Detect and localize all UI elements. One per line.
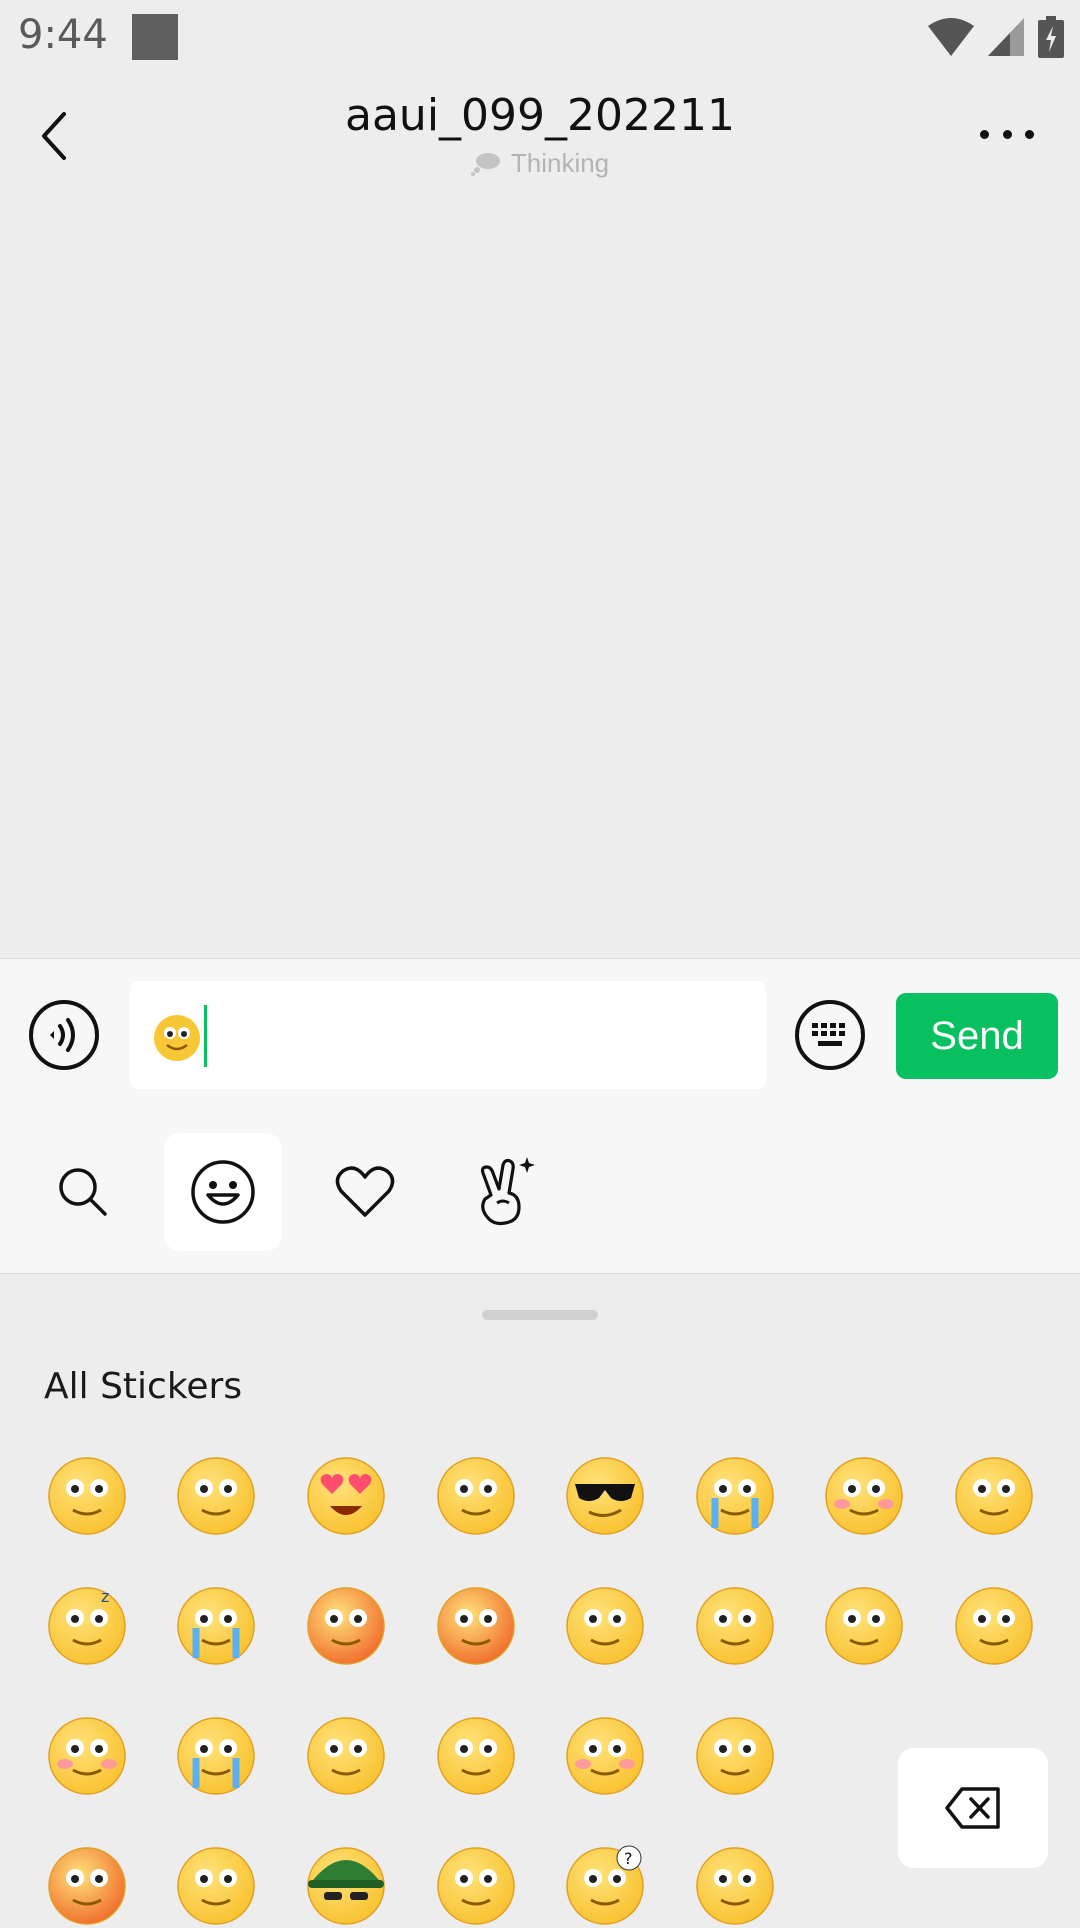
tab-gestures[interactable] [446, 1133, 564, 1251]
question-sticker-icon[interactable]: ? [563, 1844, 647, 1928]
sticker-tabs [0, 1133, 1080, 1251]
tab-search[interactable] [24, 1133, 142, 1251]
emoji-icon [191, 1160, 255, 1224]
angry-sweat-sticker-icon[interactable] [304, 1584, 388, 1668]
shut-mouth-sticker-icon[interactable] [952, 1454, 1036, 1538]
input-bar: Send [0, 958, 1080, 1275]
tongue-sticker-icon[interactable] [563, 1584, 647, 1668]
heart-icon [335, 1166, 395, 1217]
happy-sticker-icon[interactable] [563, 1714, 647, 1798]
surprised-sticker-icon[interactable] [822, 1584, 906, 1668]
shy-sticker-icon[interactable] [822, 1454, 906, 1538]
chat-title: aaui_099_202211 [345, 90, 735, 141]
chat-header: aaui_099_202211 Thinking [0, 76, 1080, 196]
sick-sticker-icon[interactable] [304, 1714, 388, 1798]
sad-sticker-icon[interactable] [952, 1584, 1036, 1668]
facepalm-sticker-icon[interactable] [434, 1714, 518, 1798]
cry-sticker-icon[interactable] [693, 1454, 777, 1538]
search-icon [59, 1168, 107, 1216]
notification-icon [132, 14, 178, 60]
scream-sticker-icon[interactable] [45, 1844, 129, 1928]
chat-messages-area[interactable] [0, 196, 1080, 958]
hush-sticker-icon[interactable] [693, 1844, 777, 1928]
status-icons [928, 14, 1064, 60]
keyboard-icon[interactable] [794, 999, 866, 1071]
blush-sticker-icon[interactable] [45, 1714, 129, 1798]
lol-sticker-icon[interactable] [434, 1844, 518, 1928]
message-input[interactable] [130, 981, 766, 1089]
awkward-sticker-icon[interactable] [174, 1454, 258, 1538]
grin-sticker-icon[interactable] [693, 1584, 777, 1668]
furious-sticker-icon[interactable] [434, 1584, 518, 1668]
laugh-sticker-icon[interactable] [174, 1714, 258, 1798]
tab-favorites[interactable] [306, 1133, 424, 1251]
delete-button[interactable] [898, 1748, 1048, 1868]
wifi-icon [928, 18, 974, 56]
sticker-panel: All Stickers z? [0, 1274, 1080, 1925]
svg-text:?: ? [624, 1849, 633, 1868]
signal-icon [988, 18, 1024, 56]
tab-emoji[interactable] [164, 1133, 282, 1251]
cool-sticker-icon[interactable] [563, 1454, 647, 1538]
sleep-sticker-icon[interactable]: z [45, 1584, 129, 1668]
panel-title: All Stickers [44, 1366, 243, 1407]
beam-sticker-icon[interactable] [174, 1844, 258, 1928]
gesture-icon [480, 1157, 535, 1226]
status-time: 9:44 [18, 12, 108, 58]
smile-sticker-icon[interactable] [45, 1454, 129, 1538]
drag-handle[interactable] [482, 1310, 598, 1320]
smile-emoji-icon [154, 1015, 200, 1061]
battery-icon [1038, 16, 1064, 58]
helmet-sticker-icon[interactable] [304, 1844, 388, 1928]
chat-status-text: Thinking [510, 148, 610, 178]
text-caret [204, 1005, 207, 1067]
backspace-icon [945, 1787, 1000, 1829]
heart-eyes-sticker-icon[interactable] [304, 1454, 388, 1538]
svg-text:z: z [101, 1587, 109, 1606]
status-bar: 9:44 [0, 0, 1080, 76]
voice-icon[interactable] [28, 999, 100, 1071]
shocked-sticker-icon[interactable] [693, 1714, 777, 1798]
thought-bubble-icon [470, 152, 500, 176]
more-icon[interactable] [980, 126, 1034, 142]
tears-laugh-sticker-icon[interactable] [174, 1584, 258, 1668]
chat-status: Thinking [0, 148, 1080, 179]
stare-sticker-icon[interactable] [434, 1454, 518, 1538]
send-button[interactable]: Send [896, 993, 1058, 1079]
